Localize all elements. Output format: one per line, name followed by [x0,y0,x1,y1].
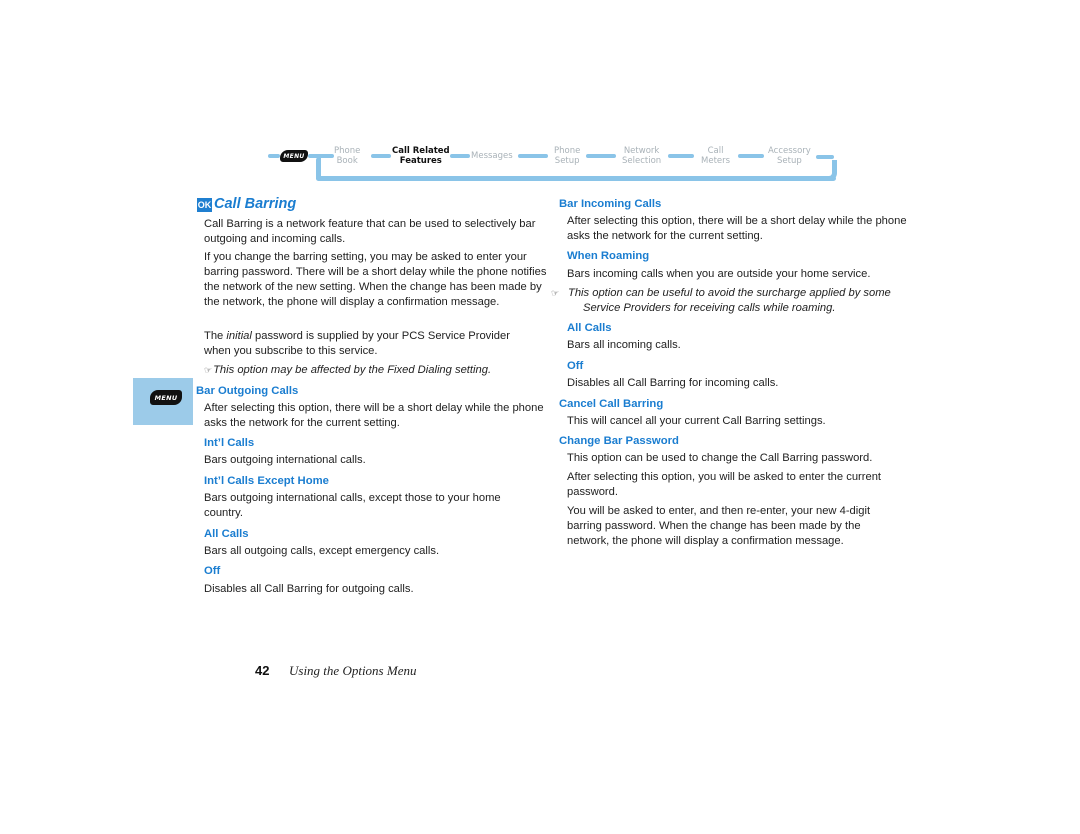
heading-off-outgoing: Off [204,565,221,577]
nav-connector [371,154,391,158]
nav-item-phone-setup[interactable]: Phone Setup [554,146,580,166]
when-roaming-description: Bars incoming calls when you are outside… [567,268,871,280]
menu-key-label: MENU [283,152,305,160]
chapter-title: Using the Options Menu [289,663,417,678]
text-span: The [204,330,227,342]
nav-item-label: Messages [471,151,513,161]
all-calls-incoming-description: Bars all incoming calls. [567,339,681,351]
nav-item-label: Phone [554,146,581,156]
nav-item-accessory-setup[interactable]: Accessory Setup [768,146,811,166]
nav-track-bottom [316,176,836,181]
nav-item-messages[interactable]: Messages [471,151,513,161]
description-text: After selecting this option, you will be… [567,471,882,498]
menu-key-icon: MENU [150,390,182,405]
nav-connector [268,154,280,158]
change-password-description-3: You will be asked to enter, and then re-… [567,504,902,549]
description-text: After selecting this option, there will … [204,402,544,429]
ok-key-label: OK [197,200,212,210]
heading-all-calls-incoming: All Calls [567,322,612,334]
nav-item-label: Features [399,156,442,166]
heading-bar-outgoing-calls: Bar Outgoing Calls [196,385,299,397]
bar-incoming-description: After selecting this option, there will … [567,214,912,244]
off-incoming-description: Disables all Call Barring for incoming c… [567,377,779,389]
change-password-description-1: This option can be used to change the Ca… [567,452,873,464]
nav-item-label: Setup [777,156,802,166]
change-password-description-2: After selecting this option, you will be… [567,470,912,500]
bar-outgoing-description: After selecting this option, there will … [204,401,549,431]
menu-key-label: MENU [154,393,178,402]
description-text: You will be asked to enter, and then re-… [567,505,871,547]
nav-connector [450,154,470,158]
cancel-description: This will cancel all your current Call B… [567,415,826,427]
intro-text: Call Barring is a network feature that c… [204,218,536,245]
fixed-dialing-note: ☞This option may be affected by the Fixe… [204,363,491,378]
heading-bar-incoming-calls: Bar Incoming Calls [559,198,662,210]
nav-track-right [823,160,837,181]
heading-when-roaming: When Roaming [567,250,650,262]
heading-intl-calls: Int’l Calls [204,437,255,449]
heading-all-calls-outgoing: All Calls [204,528,249,540]
nav-connector [816,155,834,159]
page-title: Call Barring [214,196,297,212]
heading-off-incoming: Off [567,360,584,372]
intro-text: If you change the barring setting, you m… [204,251,547,308]
nav-connector [668,154,694,158]
nav-item-label: Accessory [768,146,811,156]
heading-intl-calls-except-home: Int’l Calls Except Home [204,475,329,487]
intl-except-home-description: Bars outgoing international calls, excep… [204,491,534,521]
menu-navigation-strip: MENU Phone Book Call Related Features Me… [268,144,844,184]
nav-item-label: Selection [622,156,662,166]
menu-key-icon: MENU [280,150,308,162]
note-text: This option can be useful to avoid the s… [568,287,891,314]
off-outgoing-description: Disables all Call Barring for outgoing c… [204,583,414,595]
pointing-hand-icon: ☞ [204,365,213,375]
nav-item-label: Network [623,146,660,156]
nav-item-network-selection[interactable]: Network Selection [622,146,661,166]
intro-paragraph-2: If you change the barring setting, you m… [204,250,549,310]
nav-item-label: Phone [334,146,361,156]
intro-paragraph-3: The initial password is supplied by your… [204,329,534,359]
note-text: This option may be affected by the Fixed… [213,364,492,376]
nav-item-label: Call Related [392,146,450,156]
intro-paragraph-1: Call Barring is a network feature that c… [204,217,549,247]
nav-item-label: Call [707,146,724,156]
intl-calls-description: Bars outgoing international calls. [204,454,366,466]
nav-connector [586,154,616,158]
nav-item-label: Setup [554,156,580,166]
emphasis-text: initial [226,330,252,342]
intro-text: The initial password is supplied by your… [204,329,534,359]
nav-connector [738,154,764,158]
nav-item-call-related-features[interactable]: Call Related Features [392,146,450,166]
page-number: 42 [255,663,270,678]
nav-item-phone-book[interactable]: Phone Book [334,146,360,166]
heading-cancel-call-barring: Cancel Call Barring [559,398,664,410]
roaming-surcharge-note: ☞ This option can be useful to avoid the … [551,287,891,314]
nav-connector [308,154,334,158]
description-text: After selecting this option, there will … [567,215,907,242]
nav-item-label: Meters [701,156,731,166]
nav-item-call-meters[interactable]: Call Meters [701,146,730,166]
ok-key-icon: OK [197,198,212,212]
menu-side-tab: MENU [133,378,193,425]
heading-change-bar-password: Change Bar Password [559,435,679,447]
all-calls-outgoing-description: Bars all outgoing calls, except emergenc… [204,545,440,557]
nav-connector [518,154,548,158]
nav-item-label: Book [336,156,358,166]
description-text: Bars outgoing international calls, excep… [204,492,501,519]
